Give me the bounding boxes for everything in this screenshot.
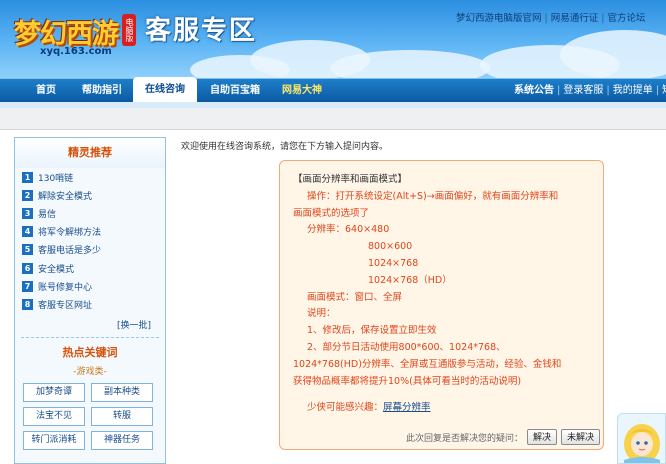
item-number: 6: [22, 262, 33, 274]
recommend-title: 精灵推荐: [15, 138, 165, 168]
answer-line: 说明：: [307, 308, 336, 320]
keyword-button[interactable]: 转服: [91, 406, 153, 426]
resolved-button[interactable]: 解决: [527, 429, 558, 445]
welcome-message: 欢迎使用在线咨询系统，请您在下方输入提问内容。: [181, 142, 389, 152]
official-site-link[interactable]: 梦幻西游电脑版官网: [456, 13, 542, 24]
item-number: 1: [22, 171, 33, 183]
item-number: 5: [22, 244, 33, 256]
item-label[interactable]: 账号修复中心: [38, 280, 92, 293]
recommend-item[interactable]: 3 易信: [22, 204, 165, 222]
item-label[interactable]: 易信: [38, 207, 56, 220]
keyword-button[interactable]: 加梦奇谭: [23, 382, 85, 402]
keyword-grid: 加梦奇谭 副本种类 法宝不见 转服 转门派消耗 神器任务: [15, 376, 165, 450]
cloud-decoration: [330, 50, 490, 78]
recommend-item[interactable]: 8 客服专区网址: [22, 295, 165, 313]
keyword-button[interactable]: 副本种类: [91, 382, 153, 402]
top-links: 梦幻西游电脑版官网 | 网易通行证 | 官方论坛: [456, 10, 645, 24]
keyword-button[interactable]: 转门派消耗: [23, 430, 85, 450]
separator: |: [601, 13, 605, 24]
nav-netease-god[interactable]: 网易大神: [274, 79, 330, 102]
separator: |: [606, 85, 610, 96]
swap-batch-link[interactable]: [换一批]: [15, 318, 165, 332]
resolution-value: 800×600: [368, 241, 413, 253]
nav-self-service[interactable]: 自助百宝箱: [201, 79, 269, 102]
item-label[interactable]: 客服电话是多少: [38, 243, 101, 256]
content-top-strip: [0, 108, 666, 130]
answer-heading: 【画面分辨率和画面模式】: [293, 174, 408, 185]
system-notice-link[interactable]: 系统公告: [514, 85, 554, 96]
logo-domain: xyq.163.com: [40, 46, 112, 57]
answer-line: 画面模式的选项了: [293, 207, 370, 219]
feedback-question: 此次回复是否解决您的疑问：: [406, 433, 524, 444]
page-title: 客服专区: [145, 16, 258, 46]
my-tickets-link[interactable]: 我的提单: [613, 85, 653, 96]
answer-line: 操作：打开系统设定(Alt+S)→画面偏好，就有画面分辨率和: [307, 190, 559, 202]
item-label[interactable]: 将军令解绑方法: [38, 225, 101, 238]
answer-bubble: 【画面分辨率和画面模式】 操作：打开系统设定(Alt+S)→画面偏好，就有画面分…: [279, 160, 604, 450]
item-number: 3: [22, 207, 33, 219]
main-nav: 首页 帮助指引 在线咨询 自助百宝箱 网易大神 系统公告|登录客服|我的提单|短: [0, 77, 666, 103]
feedback-row: 此次回复是否解决您的疑问： 解决 未解决: [406, 429, 601, 445]
item-label[interactable]: 130哨链: [38, 171, 73, 184]
sprite-character-icon: [624, 424, 660, 463]
nav-home[interactable]: 首页: [24, 79, 68, 102]
nav-online-consult[interactable]: 在线咨询: [133, 77, 197, 103]
item-label[interactable]: 安全模式: [38, 262, 74, 275]
item-number: 7: [22, 280, 33, 292]
nav-help[interactable]: 帮助指引: [72, 79, 132, 102]
divider: [21, 336, 159, 338]
recommend-item[interactable]: 6 安全模式: [22, 259, 165, 277]
answer-line: 1、修改后，保存设置立即生效: [307, 325, 437, 337]
item-number: 2: [22, 189, 33, 201]
item-label[interactable]: 客服专区网址: [38, 298, 92, 311]
hot-keywords-title: 热点关键词: [62, 345, 118, 359]
separator: |: [655, 85, 660, 96]
resolution-value: 1024×768（HD）: [368, 274, 452, 286]
interest-link[interactable]: 屏幕分辨率: [383, 402, 431, 413]
answer-content: 【画面分辨率和画面模式】 操作：打开系统设定(Alt+S)→画面偏好，就有画面分…: [280, 161, 603, 417]
answer-line: 1024*768(HD)分辨率、全屏或互通版参与活动，经验、金钱和: [293, 358, 562, 370]
keyword-button[interactable]: 神器任务: [91, 430, 153, 450]
truncated-link[interactable]: 短: [662, 85, 666, 96]
passport-link[interactable]: 网易通行证: [551, 13, 599, 24]
assistant-avatar[interactable]: [617, 413, 666, 464]
separator: |: [557, 85, 561, 96]
recommend-list: 1 130哨链 2 解除安全模式 3 易信 4 将军令解绑方法 5 客服电话是多少 6 安全…: [15, 168, 165, 314]
unresolved-button[interactable]: 未解决: [561, 429, 601, 445]
nav-right-links: 系统公告|登录客服|我的提单|短: [514, 79, 666, 102]
answer-line: 2、部分节日活动使用800*600、1024*768、: [307, 341, 506, 353]
login-service-link[interactable]: 登录客服: [563, 85, 603, 96]
interest-row: 少侠可能感兴趣：屏幕分辨率: [293, 400, 591, 417]
site-header: 梦幻西游 电脑版 xyq.163.com 客服专区 梦幻西游电脑版官网 | 网易通行…: [0, 0, 666, 78]
separator: |: [544, 13, 548, 24]
cloud-decoration: [190, 55, 290, 78]
forum-link[interactable]: 官方论坛: [607, 13, 645, 24]
keyword-category: -游戏类-: [73, 366, 107, 377]
item-number: 8: [22, 298, 33, 310]
item-label[interactable]: 解除安全模式: [38, 189, 92, 202]
interest-label: 少侠可能感兴趣：: [307, 402, 384, 414]
answer-line: 获得物品概率都将提升10%(具体可看当时的活动说明): [293, 375, 522, 387]
resolution-label: 分辨率：: [307, 224, 346, 236]
logo-badge: 电脑版: [122, 14, 136, 46]
resolution-value: 1024×768: [368, 257, 419, 269]
item-number: 4: [22, 226, 33, 238]
recommend-item[interactable]: 1 130哨链: [22, 168, 165, 186]
resolution-value: 640×480: [345, 224, 390, 236]
recommend-item[interactable]: 5 客服电话是多少: [22, 241, 165, 259]
sidebar: 精灵推荐 1 130哨链 2 解除安全模式 3 易信 4 将军令解绑方法 5 客服电话是多…: [14, 137, 166, 464]
resolution-row: 分辨率：640×480: [293, 222, 591, 239]
game-logo[interactable]: 梦幻西游 电脑版 xyq.163.com: [10, 4, 145, 60]
recommend-item[interactable]: 2 解除安全模式: [22, 186, 165, 204]
recommend-item[interactable]: 7 账号修复中心: [22, 277, 165, 295]
recommend-item[interactable]: 4 将军令解绑方法: [22, 223, 165, 241]
cloud-decoration: [560, 30, 666, 78]
keyword-button[interactable]: 法宝不见: [23, 406, 85, 426]
answer-line: 画面模式：窗口、全屏: [307, 291, 403, 303]
